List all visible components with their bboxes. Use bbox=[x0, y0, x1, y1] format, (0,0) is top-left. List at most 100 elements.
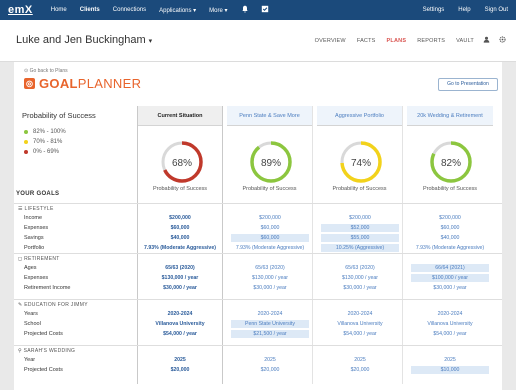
probability-label: Probability of Success bbox=[242, 186, 297, 192]
goal-section-label: RETIREMENT bbox=[24, 256, 60, 262]
ring-percent: 68% bbox=[172, 158, 192, 169]
goalplanner-title-planner: PLANNER bbox=[77, 76, 142, 91]
section-divider bbox=[14, 203, 502, 204]
goal-row-label: Year bbox=[24, 357, 36, 363]
goal-value-cell: 65/63 (2020) bbox=[165, 265, 195, 271]
tab-reports[interactable]: REPORTS bbox=[417, 38, 445, 44]
probability-title: Probability of Success bbox=[22, 111, 96, 120]
goal-value-cell[interactable]: 2025 bbox=[411, 356, 489, 364]
scenario-header[interactable]: Penn State & Save More bbox=[227, 106, 312, 126]
probability-label: Probability of Success bbox=[422, 186, 478, 192]
goal-value-cell[interactable]: 7.93% (Moderate Aggressive) bbox=[411, 244, 489, 252]
goal-value-cell: $130,000 / year bbox=[161, 275, 199, 281]
goal-value-cell[interactable]: 2020-2024 bbox=[231, 310, 309, 318]
checkbox-icon[interactable] bbox=[261, 5, 269, 15]
chevron-down-icon: ▾ bbox=[148, 38, 153, 45]
tab-overview[interactable]: OVERVIEW bbox=[315, 38, 346, 44]
goal-row-label: Projected Costs bbox=[24, 367, 63, 373]
goal-value-cell[interactable]: $20,000 bbox=[231, 366, 309, 374]
goalplanner-title-goal: GOAL bbox=[39, 76, 78, 91]
nav-settings[interactable]: Settings bbox=[423, 7, 445, 13]
goal-value-cell[interactable]: $200,000 bbox=[321, 214, 399, 222]
probability-label: Probability of Success bbox=[332, 186, 387, 192]
goal-value-cell[interactable]: 10.25% (Aggressive) bbox=[321, 244, 399, 252]
legend-label: 70% - 81% bbox=[33, 139, 63, 145]
goal-value-cell: $60,000 bbox=[170, 225, 190, 231]
tab-facts[interactable]: FACTS bbox=[357, 38, 376, 44]
goal-value-cell[interactable]: $60,000 bbox=[231, 224, 309, 232]
client-name-dropdown[interactable]: Luke and Jen Buckingham ▾ bbox=[16, 34, 152, 46]
back-link-label: Go back to Plans bbox=[29, 68, 68, 74]
scenario-header[interactable]: 20k Wedding & Retirement bbox=[407, 106, 493, 126]
tab-vault[interactable]: VAULT bbox=[456, 38, 474, 44]
nav-clients[interactable]: Clients bbox=[80, 7, 100, 13]
ring-percent: 89% bbox=[261, 158, 281, 169]
goal-value-cell[interactable]: $100,000 / year bbox=[411, 274, 489, 282]
probability-label: Probability of Success bbox=[152, 186, 208, 192]
goal-value-cell: 2025 bbox=[174, 357, 186, 363]
goal-value-cell[interactable]: Villanova University bbox=[411, 320, 489, 328]
goal-value-cell[interactable]: $60,000 bbox=[411, 224, 489, 232]
goal-value-cell[interactable]: 7.93% (Moderate Aggressive) bbox=[231, 244, 309, 252]
goal-row-label: Income bbox=[24, 215, 43, 221]
ring-percent: 74% bbox=[351, 158, 371, 169]
goal-value-cell[interactable]: $52,000 bbox=[321, 224, 399, 232]
goal-row-label: School bbox=[24, 321, 41, 327]
scenario-header: Current Situation bbox=[138, 106, 222, 126]
goal-value-cell[interactable]: $130,000 / year bbox=[231, 274, 309, 282]
goal-value-cell[interactable]: 2020-2024 bbox=[321, 310, 399, 318]
goal-value-cell[interactable]: $200,000 bbox=[411, 214, 489, 222]
scenario-header[interactable]: Aggressive Portfolio bbox=[317, 106, 402, 126]
top-nav: emX Home Clients Connections Application… bbox=[0, 0, 516, 20]
user-icon[interactable] bbox=[483, 36, 490, 45]
nav-connections[interactable]: Connections bbox=[113, 7, 146, 13]
goal-row-label: Years bbox=[24, 311, 38, 317]
emx-logo[interactable]: emX bbox=[8, 4, 33, 16]
legend-dot-yellow bbox=[24, 140, 28, 144]
goal-row-label: Savings bbox=[24, 235, 44, 241]
goal-value-cell: $200,000 bbox=[169, 215, 191, 221]
goal-row-label: Expenses bbox=[24, 225, 49, 231]
nav-applications[interactable]: Applications ▾ bbox=[159, 7, 196, 14]
legend-label: 0% - 69% bbox=[33, 149, 60, 155]
goal-value-cell[interactable]: 66/64 (2021) bbox=[411, 264, 489, 272]
goal-value-cell[interactable]: $20,000 bbox=[321, 366, 399, 374]
goal-value-cell[interactable]: $30,000 / year bbox=[411, 284, 489, 292]
goal-value-cell[interactable]: 2025 bbox=[321, 356, 399, 364]
go-to-presentation-button[interactable]: Go to Presentation bbox=[438, 78, 498, 91]
goal-value-cell[interactable]: 65/63 (2020) bbox=[321, 264, 399, 272]
goal-value-cell[interactable]: $54,000 / year bbox=[411, 330, 489, 338]
tab-plans[interactable]: PLANS bbox=[387, 38, 407, 44]
settings-icon[interactable] bbox=[499, 36, 506, 45]
goal-value-cell[interactable]: $130,000 / year bbox=[321, 274, 399, 282]
goal-value-cell[interactable]: $54,000 / year bbox=[321, 330, 399, 338]
goal-value-cell[interactable]: Villanova University bbox=[321, 320, 399, 328]
your-goals-title: YOUR GOALS bbox=[16, 191, 60, 197]
section-divider bbox=[14, 345, 502, 346]
goal-value-cell[interactable]: $55,000 bbox=[321, 234, 399, 242]
goal-value-cell[interactable]: 2020-2024 bbox=[411, 310, 489, 318]
goal-value-cell: $20,000 bbox=[170, 367, 190, 373]
bell-icon[interactable] bbox=[241, 5, 249, 15]
client-name: Luke and Jen Buckingham bbox=[16, 34, 146, 46]
goal-value-cell[interactable]: $30,000 / year bbox=[231, 284, 309, 292]
legend-label: 82% - 100% bbox=[33, 129, 66, 135]
nav-sign-out[interactable]: Sign Out bbox=[485, 7, 508, 13]
probability-ring: 68% bbox=[161, 141, 203, 183]
goal-value-cell[interactable]: Penn State University bbox=[231, 320, 309, 328]
nav-home[interactable]: Home bbox=[51, 7, 67, 13]
goal-value-cell: $54,000 / year bbox=[163, 331, 197, 337]
nav-right: Settings Help Sign Out bbox=[409, 7, 508, 13]
goal-value-cell[interactable]: $40,000 bbox=[411, 234, 489, 242]
goal-value-cell[interactable]: $60,000 bbox=[231, 234, 309, 242]
back-to-plans-link[interactable]: ⊙ Go back to Plans bbox=[24, 68, 68, 74]
goal-value-cell[interactable]: 65/63 (2020) bbox=[231, 264, 309, 272]
goal-value-cell[interactable]: 2025 bbox=[231, 356, 309, 364]
goal-value-cell[interactable]: $30,000 / year bbox=[321, 284, 399, 292]
goal-value-cell[interactable]: $200,000 bbox=[231, 214, 309, 222]
nav-help[interactable]: Help bbox=[458, 7, 470, 13]
goal-value-cell[interactable]: $21,500 / year bbox=[231, 330, 309, 338]
probability-ring: 82% bbox=[430, 141, 472, 183]
nav-more[interactable]: More ▾ bbox=[209, 7, 227, 14]
goal-value-cell[interactable]: $10,000 bbox=[411, 366, 489, 374]
